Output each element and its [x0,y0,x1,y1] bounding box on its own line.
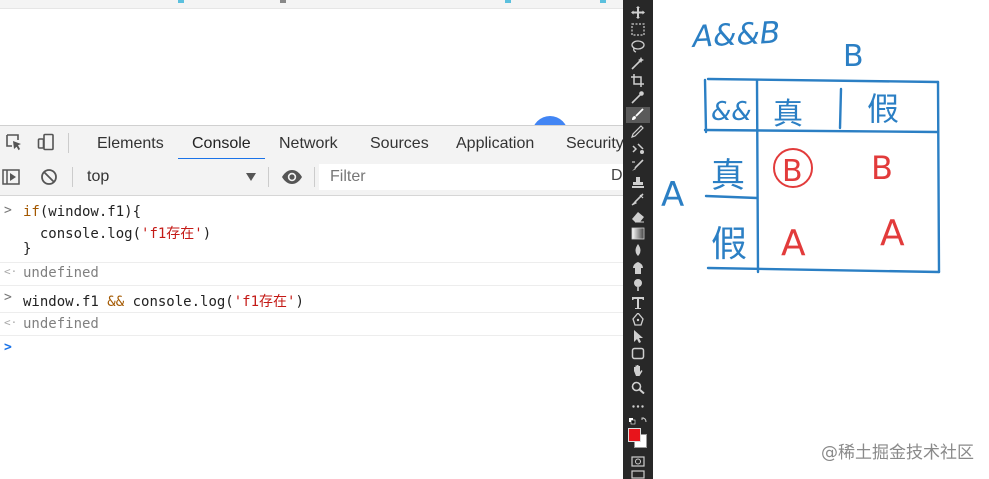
clear-console-icon[interactable] [40,168,58,186]
pen-tool-icon[interactable] [631,313,645,326]
page-top-strip [0,0,623,9]
screen-mode-icon[interactable] [631,470,645,479]
code-line: } [23,241,32,257]
handwritten-truth-table: A&&B B A && 真 假 真 假 B B A A [661,15,941,274]
code-text: ) [295,294,304,310]
foreground-color-swatch[interactable] [628,428,641,442]
code-string: 'f1存在' [233,294,296,310]
eraser-tool-icon[interactable] [631,210,645,223]
photoshop-toolbar [623,0,653,479]
device-toolbar-icon[interactable] [37,133,55,151]
smudge-tool-icon[interactable] [631,261,645,274]
table-col-label: 假 [867,90,899,128]
history-brush-tool-icon[interactable] [631,159,645,172]
input-prompt-icon: > [4,290,12,305]
console-result-entry: <· undefined [0,262,623,284]
zoom-tool-icon[interactable] [631,381,645,394]
context-select-value: top [87,168,110,185]
gradient-tool-icon[interactable] [631,227,645,240]
hand-tool-icon[interactable] [631,364,645,377]
console-input-entry: > window.f1 && console.log('f1存在') [0,285,623,312]
healing-tool-icon[interactable] [631,193,645,206]
output-prompt-icon: <· [4,316,18,329]
more-tools-icon[interactable] [631,400,645,413]
code-keyword: if [23,204,40,220]
table-cell: A [781,223,806,264]
default-colors-icon[interactable] [628,416,648,426]
output-prompt-icon: <· [4,265,18,278]
pencil-tool-icon[interactable] [631,125,645,138]
active-prompt-icon: > [4,340,12,355]
type-tool-icon[interactable] [631,296,645,309]
dodge-tool-icon[interactable] [631,278,645,291]
marquee-tool-icon[interactable] [631,23,645,36]
result-text: undefined [23,265,99,281]
crop-tool-icon[interactable] [631,74,645,87]
table-cell: B [871,149,893,187]
tab-elements[interactable]: Elements [97,126,164,159]
code-line: window.f1 && console.log('f1存在') [23,291,304,311]
devtools-tabbar: Elements Console Network Sources Applica… [0,125,623,160]
filter-input[interactable] [319,164,623,190]
table-col-label: 真 [773,97,803,132]
table-row-label: 真 [711,156,745,196]
tab-security[interactable]: Security [566,126,623,159]
table-corner: && [711,97,752,127]
table-row-label: 假 [711,224,747,265]
code-string: 'f1存在' [141,226,203,242]
result-text: undefined [23,316,99,332]
code-line: console.log('f1存在') [23,223,211,243]
row-header: A [661,175,684,215]
devtools-panel: Elements Console Network Sources Applica… [0,0,623,479]
input-prompt-icon: > [4,203,12,218]
console-toolbar: top D [0,159,623,196]
table-cell: B [782,154,803,189]
console-result-entry: <· undefined [0,312,623,335]
tab-console[interactable]: Console [178,126,265,160]
console-output[interactable]: > if(window.f1){ console.log('f1存在') } <… [0,196,623,479]
column-header: B [843,39,864,74]
console-prompt[interactable]: > [0,335,623,360]
table-cell: A [880,213,905,254]
lasso-tool-icon[interactable] [631,40,645,53]
tab-sources[interactable]: Sources [370,126,429,159]
quick-mask-icon[interactable] [631,455,645,468]
eye-icon[interactable] [281,168,303,186]
color-swatch-icon[interactable] [628,427,648,449]
rectangle-tool-icon[interactable] [631,347,645,360]
code-text: (window.f1){ [39,204,142,220]
move-tool-icon[interactable] [631,6,645,19]
inspect-element-icon[interactable] [5,133,23,151]
chevron-down-icon [246,173,256,181]
stamp-tool-icon[interactable] [631,176,645,189]
code-operator: && [107,294,125,310]
clone-stamp-tool-icon[interactable] [631,142,645,155]
drawing-canvas[interactable]: A&&B B A && 真 假 真 假 B B A A @稀土掘金技术社区 [653,0,989,479]
default-levels-label[interactable]: D [611,167,623,185]
console-input-entry: > if(window.f1){ console.log('f1存在') } [0,198,623,262]
magic-wand-tool-icon[interactable] [631,57,645,70]
brush-tool-icon[interactable] [631,108,645,121]
code-text: window.f1 [23,294,108,310]
tab-network[interactable]: Network [279,126,338,159]
eyedropper-tool-icon[interactable] [631,91,645,104]
code-text: console.log( [23,226,142,242]
blur-tool-icon[interactable] [631,244,645,257]
show-sidebar-icon[interactable] [2,168,20,186]
code-text: ) [202,226,212,242]
watermark: @稀土掘金技术社区 [821,443,974,463]
context-select[interactable]: top [80,163,266,191]
drawing-title: A&&B [690,15,782,55]
tab-application[interactable]: Application [456,126,534,159]
path-selection-tool-icon[interactable] [631,330,645,343]
code-line: if(window.f1){ [23,204,141,220]
code-text: console.log( [124,294,234,310]
